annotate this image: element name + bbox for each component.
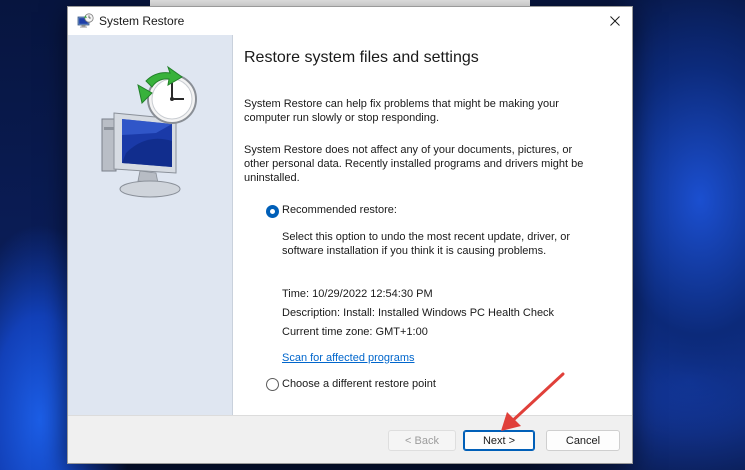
dialog-footer: < Back Next > Cancel (68, 415, 632, 463)
next-button[interactable]: Next > (463, 430, 535, 451)
back-button[interactable]: < Back (388, 430, 456, 451)
close-button[interactable] (598, 7, 632, 35)
close-icon (610, 16, 620, 26)
system-restore-icon (77, 13, 94, 28)
cancel-button[interactable]: Cancel (546, 430, 620, 451)
recommended-restore-label[interactable]: Recommended restore: (282, 204, 397, 216)
dialog-title: System Restore (99, 14, 185, 28)
restore-time: Time: 10/29/2022 12:54:30 PM (282, 288, 433, 300)
pane-separator (232, 35, 233, 416)
scan-affected-programs-link[interactable]: Scan for affected programs (282, 352, 414, 364)
restore-computer-clock-icon (101, 65, 197, 198)
note-text: System Restore does not affect any of yo… (244, 144, 584, 184)
page-heading: Restore system files and settings (244, 49, 479, 66)
recommended-description: Select this option to undo the most rece… (282, 231, 571, 257)
recommended-restore-radio[interactable] (266, 205, 279, 218)
intro-text: System Restore can help fix problems tha… (244, 98, 559, 124)
restore-timezone: Current time zone: GMT+1:00 (282, 326, 428, 338)
title-bar: System Restore (68, 7, 632, 35)
restore-description: Description: Install: Installed Windows … (282, 307, 555, 319)
different-restore-point-label[interactable]: Choose a different restore point (282, 378, 436, 390)
left-illustration-pane (68, 35, 232, 416)
system-restore-dialog: System Restore Restore system files and … (67, 6, 633, 464)
different-restore-point-radio[interactable] (266, 378, 279, 391)
